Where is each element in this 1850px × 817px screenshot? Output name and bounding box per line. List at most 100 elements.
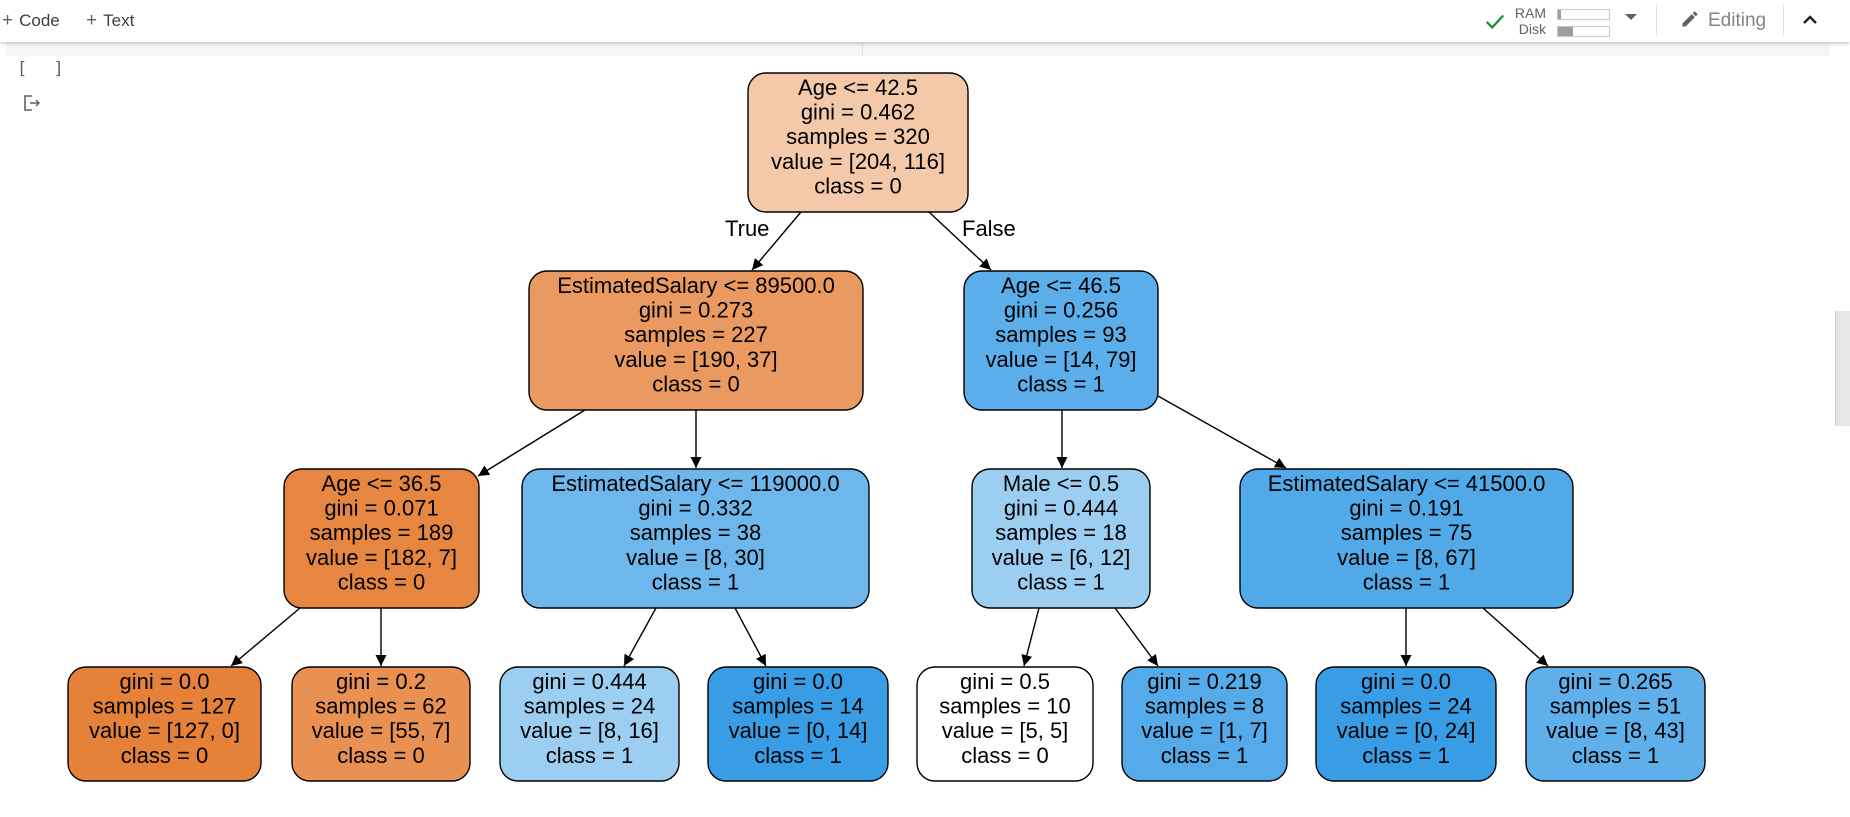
node-line: class = 1: [754, 743, 841, 768]
toolbar-divider: [1656, 5, 1657, 35]
node-line: value = [8, 16]: [520, 718, 659, 743]
add-text-button[interactable]: + Text: [86, 10, 134, 32]
tree-edge-n1-n3: [477, 409, 586, 477]
tree-split-node: Age <= 36.5gini = 0.071samples = 189valu…: [283, 468, 480, 609]
node-line: samples = 51: [1550, 694, 1681, 719]
true-edge-label: True: [725, 216, 769, 241]
node-line: samples = 62: [315, 694, 446, 719]
node-line: class = 1: [1017, 569, 1104, 594]
tree-split-node: EstimatedSalary <= 119000.0gini = 0.332s…: [521, 468, 870, 609]
tree-edge-n5-n12: [1114, 607, 1159, 667]
editing-mode-button[interactable]: Editing: [1680, 9, 1766, 32]
tree-leaf-node: gini = 0.2samples = 62value = [55, 7]cla…: [291, 666, 471, 782]
node-line: samples = 24: [1340, 694, 1471, 719]
notebook-toolbar: + Code + Text RAM Disk Editing: [0, 0, 1850, 42]
node-line: class = 0: [337, 743, 424, 768]
connected-check-icon: [1485, 14, 1505, 30]
node-line: class = 1: [1363, 569, 1450, 594]
tree-leaf-node: gini = 0.5samples = 10value = [5, 5]clas…: [916, 666, 1094, 782]
node-line: class = 1: [1362, 743, 1449, 768]
editing-label: Editing: [1708, 10, 1767, 31]
node-line: value = [127, 0]: [89, 718, 240, 743]
node-line: gini = 0.256: [1004, 298, 1118, 323]
tree-leaf-node: gini = 0.0samples = 127value = [127, 0]c…: [67, 666, 262, 782]
node-line: class = 1: [1161, 743, 1248, 768]
node-line: Age <= 36.5: [322, 471, 442, 496]
node-line: class = 0: [961, 743, 1048, 768]
node-line: samples = 8: [1145, 694, 1264, 719]
node-line: value = [8, 30]: [626, 545, 765, 570]
node-line: value = [5, 5]: [942, 718, 1069, 743]
node-line: samples = 75: [1341, 520, 1472, 545]
node-line: gini = 0.462: [801, 100, 915, 125]
pencil-icon: [1682, 11, 1698, 27]
tree-split-node: EstimatedSalary <= 41500.0gini = 0.191sa…: [1239, 468, 1574, 609]
tree-leaf-node: gini = 0.0samples = 14value = [0, 14]cla…: [707, 666, 889, 782]
node-line: gini = 0.191: [1349, 496, 1463, 521]
node-line: value = [1, 7]: [1141, 718, 1268, 743]
node-line: EstimatedSalary <= 41500.0: [1268, 471, 1546, 496]
node-line: samples = 93: [995, 322, 1126, 347]
node-line: value = [204, 116]: [771, 149, 945, 174]
chevron-up-icon[interactable]: [1800, 12, 1820, 28]
node-line: samples = 320: [786, 124, 930, 149]
node-line: value = [55, 7]: [312, 718, 451, 743]
ram-usage-fill: [1558, 10, 1561, 19]
node-line: samples = 127: [93, 694, 237, 719]
node-line: class = 0: [121, 743, 208, 768]
ram-usage-bar: [1557, 9, 1610, 20]
node-line: gini = 0.5: [960, 669, 1050, 694]
node-line: class = 1: [1017, 371, 1104, 396]
disk-usage-bar: [1557, 26, 1610, 37]
node-line: class = 0: [338, 569, 425, 594]
node-line: gini = 0.332: [638, 496, 752, 521]
add-code-label: Code: [19, 11, 60, 30]
node-line: gini = 0.273: [639, 298, 753, 323]
node-line: value = [8, 43]: [1546, 718, 1685, 743]
node-line: Age <= 42.5: [798, 75, 918, 100]
node-line: value = [182, 7]: [306, 545, 457, 570]
resource-monitor[interactable]: RAM Disk: [1484, 4, 1634, 38]
node-line: samples = 18: [995, 520, 1126, 545]
node-line: value = [6, 12]: [992, 545, 1131, 570]
node-line: gini = 0.219: [1147, 669, 1261, 694]
ram-label: RAM: [1514, 5, 1546, 21]
node-line: gini = 0.444: [1004, 496, 1118, 521]
node-line: gini = 0.2: [336, 669, 426, 694]
tree-edge-n2-n6: [1157, 395, 1287, 469]
node-line: EstimatedSalary <= 119000.0: [551, 471, 839, 496]
node-line: gini = 0.0: [120, 669, 210, 694]
node-line: gini = 0.071: [324, 496, 438, 521]
tree-edge-n4-n10: [734, 607, 767, 667]
tree-leaf-node: gini = 0.219samples = 8value = [1, 7]cla…: [1121, 666, 1288, 782]
node-line: Age <= 46.5: [1001, 273, 1121, 298]
tree-split-node: Age <= 42.5gini = 0.462samples = 320valu…: [747, 72, 969, 213]
plus-icon: +: [2, 10, 14, 31]
node-line: gini = 0.444: [532, 669, 646, 694]
node-line: class = 0: [814, 173, 901, 198]
node-line: class = 1: [652, 569, 739, 594]
node-line: samples = 14: [732, 694, 863, 719]
node-line: gini = 0.0: [753, 669, 843, 694]
add-text-label: Text: [103, 11, 135, 30]
resources-dropdown-icon[interactable]: [1625, 14, 1637, 20]
decision-tree-graph: Age <= 42.5gini = 0.462samples = 320valu…: [67, 72, 1706, 782]
add-code-button[interactable]: + Code: [2, 10, 60, 32]
disk-label: Disk: [1518, 21, 1546, 37]
tree-split-node: Male <= 0.5gini = 0.444samples = 18value…: [971, 468, 1151, 609]
tree-leaf-node: gini = 0.0samples = 24value = [0, 24]cla…: [1315, 666, 1497, 782]
tree-edge-n3-n7: [230, 607, 301, 667]
tree-edge-n5-n11: [1021, 607, 1040, 667]
tree-split-node: EstimatedSalary <= 89500.0gini = 0.273sa…: [528, 270, 864, 411]
node-line: gini = 0.0: [1361, 669, 1451, 694]
tree-edge-n4-n9: [623, 607, 657, 667]
node-line: class = 0: [652, 371, 739, 396]
node-line: samples = 189: [310, 520, 454, 545]
node-line: samples = 227: [624, 322, 768, 347]
node-line: class = 1: [546, 743, 633, 768]
node-line: gini = 0.265: [1558, 669, 1672, 694]
tree-edge-n6-n14: [1482, 607, 1549, 667]
plus-icon: +: [86, 10, 98, 31]
node-line: samples = 24: [524, 694, 655, 719]
tree-leaf-node: gini = 0.444samples = 24value = [8, 16]c…: [499, 666, 680, 782]
